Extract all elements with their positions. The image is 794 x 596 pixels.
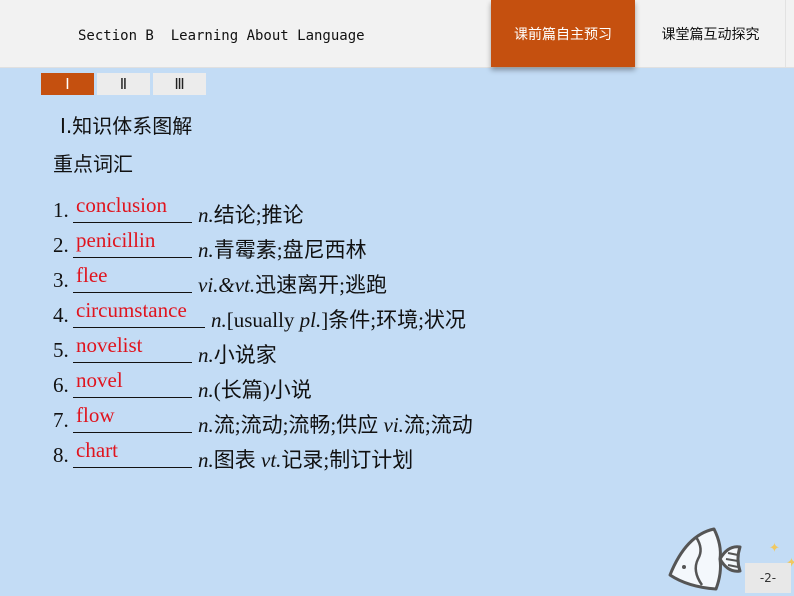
item-number: 8. xyxy=(53,443,69,467)
answer-word: flow xyxy=(76,403,115,427)
part-of-speech: n. xyxy=(198,238,214,262)
vocab-heading: 重点词汇 xyxy=(53,152,133,176)
answer-word: flee xyxy=(76,263,108,287)
answer-word: penicillin xyxy=(76,228,156,252)
part-of-speech: n. xyxy=(198,203,214,227)
subtab-1[interactable]: Ⅰ xyxy=(41,73,94,95)
tab-preview[interactable]: 课前篇自主预习 xyxy=(491,0,635,67)
item-number: 2. xyxy=(53,233,69,257)
subtab-bar: Ⅰ Ⅱ Ⅲ xyxy=(41,73,206,95)
definition: n.结论;推论 xyxy=(198,199,304,229)
meaning: 迅速离开;逃跑 xyxy=(255,273,387,297)
meaning: 图表 xyxy=(213,448,261,472)
answer-blank xyxy=(73,222,192,223)
item-number: 5. xyxy=(53,338,69,362)
fish-icon xyxy=(668,527,742,591)
answer-blank xyxy=(73,432,192,433)
answer-word: circumstance xyxy=(76,298,187,322)
part-of-speech: n. xyxy=(211,308,227,332)
definition: n.(长篇)小说 xyxy=(198,374,312,404)
item-number: 7. xyxy=(53,408,69,432)
page-number: -2- xyxy=(745,563,791,593)
answer-blank xyxy=(73,327,205,328)
answer-blank xyxy=(73,467,192,468)
definition: vi.&vt.迅速离开;逃跑 xyxy=(198,269,387,299)
answer-blank xyxy=(73,362,192,363)
meaning-prefix: [usually xyxy=(226,308,300,332)
meaning-2: 记录;制订计划 xyxy=(281,448,414,472)
answer-blank xyxy=(73,257,192,258)
meaning: 流;流动;流畅;供应 xyxy=(213,413,384,437)
item-number: 1. xyxy=(53,198,69,222)
part-of-speech: n. xyxy=(198,448,214,472)
part-of-speech: n. xyxy=(198,343,214,367)
meaning: 青霉素;盘尼西林 xyxy=(213,238,367,262)
tab-interactive[interactable]: 课堂篇互动探究 xyxy=(636,0,786,67)
answer-word: chart xyxy=(76,438,118,462)
section-heading: Ⅰ.知识体系图解 xyxy=(60,114,193,138)
part-of-speech: vi.&vt. xyxy=(198,273,256,297)
part-of-speech: n. xyxy=(198,378,214,402)
item-number: 6. xyxy=(53,373,69,397)
meaning: ]条件;环境;状况 xyxy=(321,308,466,332)
definition: n.小说家 xyxy=(198,339,277,369)
subtab-2[interactable]: Ⅱ xyxy=(97,73,150,95)
answer-word: novelist xyxy=(76,333,143,357)
part-of-speech-2: vi. xyxy=(383,413,404,437)
answer-blank xyxy=(73,397,192,398)
meaning: 小说家 xyxy=(213,343,277,367)
item-number: 3. xyxy=(53,268,69,292)
meaning: (长篇)小说 xyxy=(213,378,312,402)
star-icon: ✦ xyxy=(769,540,780,555)
part-of-speech-2: vt. xyxy=(261,448,282,472)
item-number: 4. xyxy=(53,303,69,327)
definition: n.[usually pl.]条件;环境;状况 xyxy=(211,304,466,334)
meaning-2: 流;流动 xyxy=(403,413,473,437)
subtab-3[interactable]: Ⅲ xyxy=(153,73,206,95)
meaning-italic: pl. xyxy=(299,308,322,332)
definition: n.图表 vt.记录;制订计划 xyxy=(198,444,413,474)
answer-blank xyxy=(73,292,192,293)
part-of-speech: n. xyxy=(198,413,214,437)
answer-word: conclusion xyxy=(76,193,167,217)
definition: n.青霉素;盘尼西林 xyxy=(198,234,367,264)
answer-word: novel xyxy=(76,368,123,392)
section-title: Section B Learning About Language xyxy=(78,28,365,44)
meaning: 结论;推论 xyxy=(213,203,304,227)
definition: n.流;流动;流畅;供应 vi.流;流动 xyxy=(198,409,473,439)
